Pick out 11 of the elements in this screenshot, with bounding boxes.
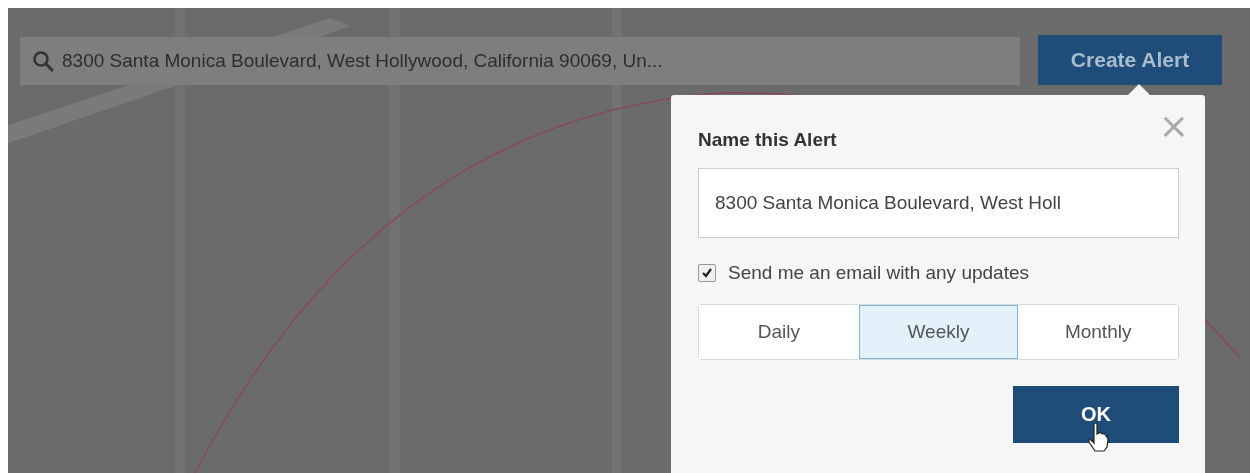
search-icon <box>32 50 54 72</box>
email-option-label: Send me an email with any updates <box>728 262 1029 284</box>
create-alert-button[interactable]: Create Alert <box>1038 35 1222 85</box>
dialog-title: Name this Alert <box>698 129 838 151</box>
hand-cursor-icon <box>1087 422 1109 452</box>
ok-button[interactable]: OK <box>1013 386 1179 443</box>
search-text: 8300 Santa Monica Boulevard, West Hollywood, California 90069, Un... <box>62 50 663 72</box>
email-checkbox[interactable] <box>698 264 716 282</box>
alert-name-field[interactable]: 8300 Santa Monica Boulevard, West Holl <box>698 168 1179 238</box>
frequency-option[interactable]: Weekly <box>858 305 1019 359</box>
checkmark-icon <box>701 267 713 279</box>
